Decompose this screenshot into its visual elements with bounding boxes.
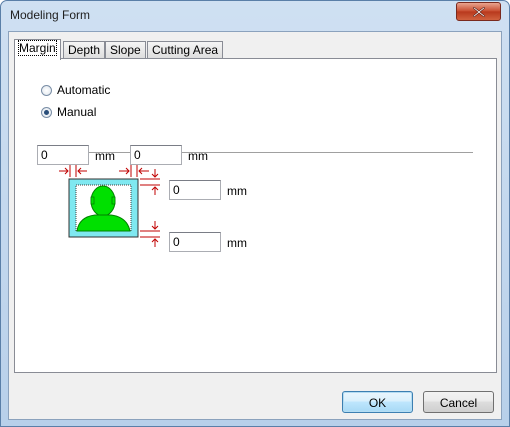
bottom-margin-unit: mm xyxy=(227,236,247,250)
dialog-window: Modeling Form Margin Depth Slope Cutting… xyxy=(0,0,510,427)
tab-label: Cutting Area xyxy=(152,43,219,57)
close-button[interactable] xyxy=(456,2,501,21)
right-margin-unit: mm xyxy=(188,149,208,163)
tab-margin[interactable]: Margin xyxy=(14,39,61,60)
margin-panel: Automatic Manual mm mm mm mm xyxy=(14,58,497,373)
window-title: Modeling Form xyxy=(10,8,91,22)
close-icon xyxy=(472,6,485,17)
top-margin-unit: mm xyxy=(227,184,247,198)
top-margin-arrows xyxy=(140,169,160,195)
top-margin-input[interactable] xyxy=(169,180,221,200)
ok-button[interactable]: OK xyxy=(342,391,413,413)
bottom-margin-arrows xyxy=(140,221,160,247)
tab-depth[interactable]: Depth xyxy=(63,41,106,59)
tab-slope[interactable]: Slope xyxy=(105,41,146,59)
margin-diagram xyxy=(59,165,160,247)
tab-label: Margin xyxy=(18,40,57,56)
bottom-margin-input[interactable] xyxy=(169,232,221,252)
cancel-button[interactable]: Cancel xyxy=(423,391,494,413)
horizontal-margin-arrows xyxy=(59,165,149,177)
tab-cutting-area[interactable]: Cutting Area xyxy=(147,41,224,59)
tab-label: Slope xyxy=(110,43,141,57)
dialog-client-area: Margin Depth Slope Cutting Area Automati… xyxy=(8,31,502,420)
title-bar[interactable]: Modeling Form xyxy=(1,1,509,29)
tab-label: Depth xyxy=(68,43,101,57)
